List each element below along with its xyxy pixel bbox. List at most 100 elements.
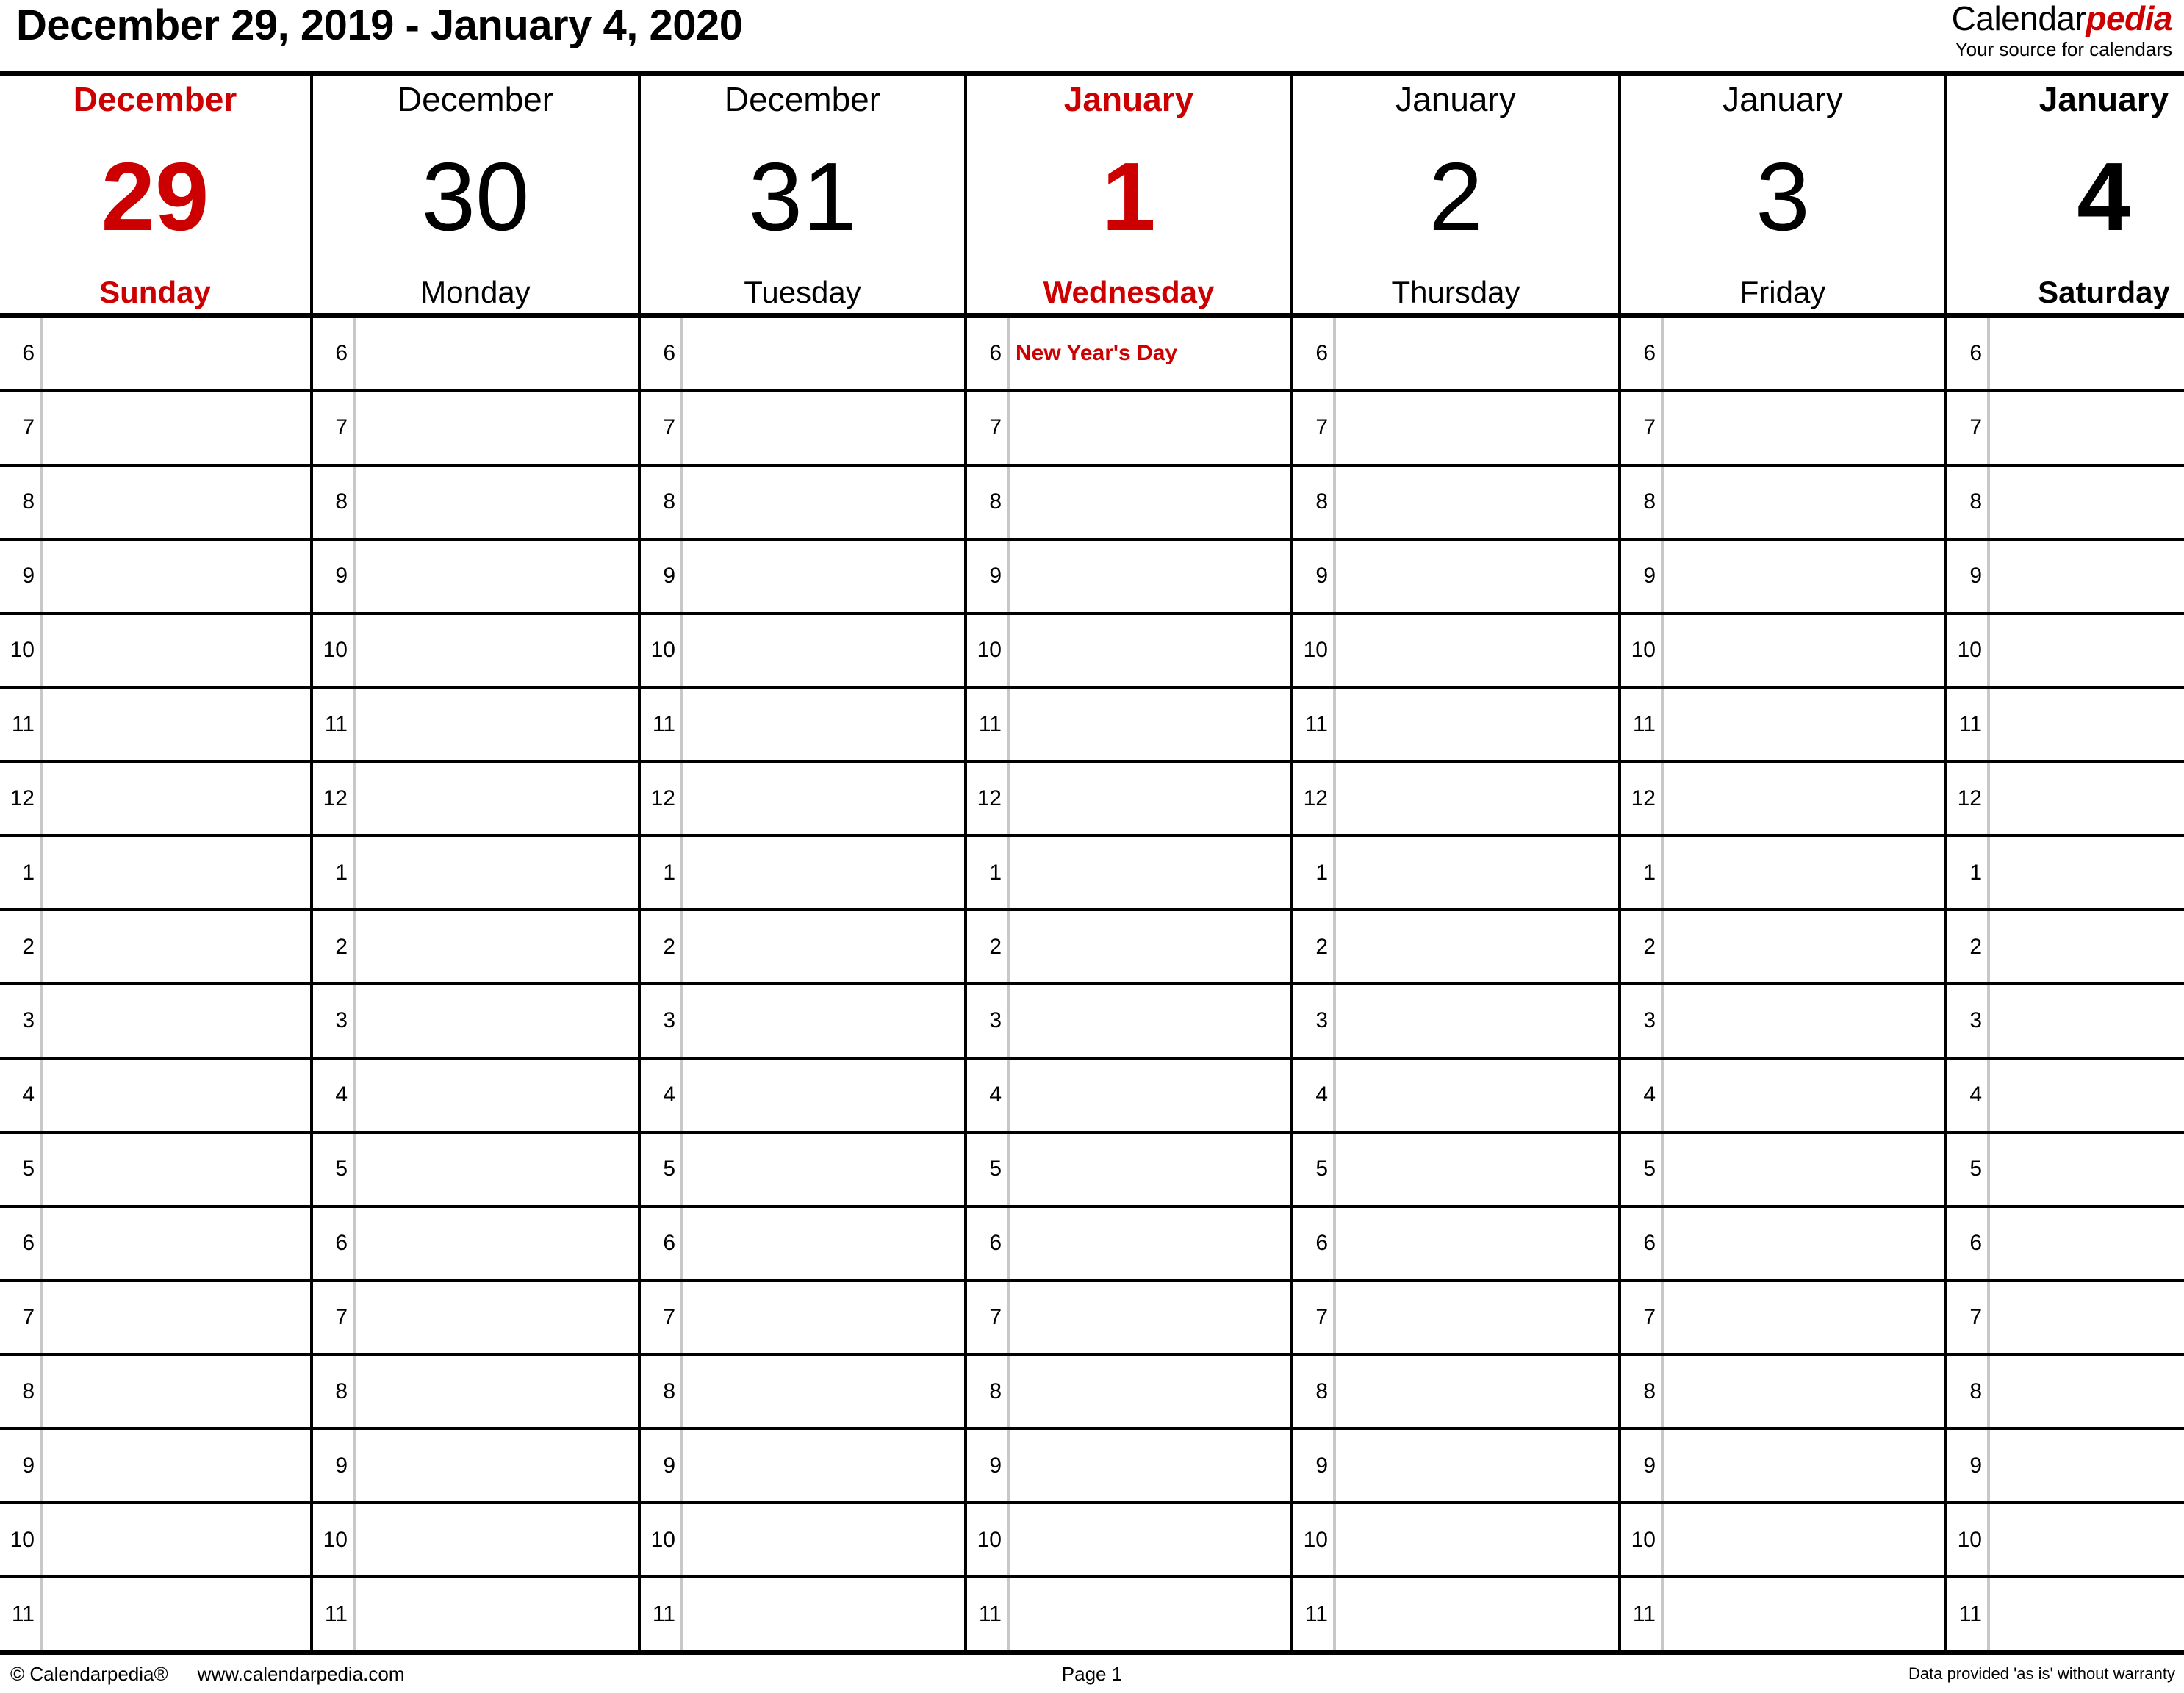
hour-entry-text[interactable]: [683, 392, 964, 464]
hour-entry-text[interactable]: [43, 318, 310, 389]
hour-entry-text[interactable]: [1990, 1356, 2184, 1427]
hour-entry-text[interactable]: [683, 1282, 964, 1354]
hour-entry-text[interactable]: [1990, 1578, 2184, 1650]
hour-entry-text[interactable]: [1990, 763, 2184, 834]
hour-cell[interactable]: 9: [0, 540, 313, 612]
hour-cell[interactable]: 2: [1947, 911, 2184, 983]
hour-cell[interactable]: 8: [641, 1356, 967, 1428]
hour-entry-text[interactable]: [356, 837, 638, 908]
hour-entry-text[interactable]: [1990, 689, 2184, 760]
hour-entry-text[interactable]: [43, 689, 310, 760]
hour-cell[interactable]: 6: [0, 1207, 313, 1279]
hour-entry-text[interactable]: [1010, 1134, 1290, 1205]
hour-entry-text[interactable]: [356, 1208, 638, 1279]
hour-entry-text[interactable]: [1990, 911, 2184, 982]
hour-cell[interactable]: 6: [1293, 1207, 1621, 1279]
hour-cell[interactable]: 5: [0, 1133, 313, 1205]
hour-entry-text[interactable]: [1664, 1060, 1944, 1131]
hour-entry-text[interactable]: [356, 1578, 638, 1650]
hour-entry-text[interactable]: [1664, 392, 1944, 464]
hour-cell[interactable]: 2: [313, 911, 641, 983]
hour-cell[interactable]: 3: [1621, 985, 1947, 1057]
hour-cell[interactable]: 7: [1621, 1282, 1947, 1354]
hour-cell[interactable]: 9: [1947, 540, 2184, 612]
hour-entry-text[interactable]: New Year's Day: [1010, 318, 1290, 389]
hour-entry-text[interactable]: [43, 615, 310, 686]
hour-cell[interactable]: 9: [313, 1430, 641, 1502]
hour-cell[interactable]: 12: [1293, 763, 1621, 835]
hour-entry-text[interactable]: [1336, 467, 1618, 538]
hour-entry-text[interactable]: [1990, 318, 2184, 389]
hour-entry-text[interactable]: [1010, 467, 1290, 538]
hour-entry-text[interactable]: [1336, 318, 1618, 389]
hour-entry-text[interactable]: [1664, 763, 1944, 834]
hour-entry-text[interactable]: [1336, 1430, 1618, 1501]
hour-entry-text[interactable]: [43, 911, 310, 982]
day-header-friday[interactable]: January 3 Friday: [1621, 76, 1947, 313]
hour-entry-text[interactable]: [356, 1504, 638, 1575]
hour-entry-text[interactable]: [683, 1504, 964, 1575]
hour-cell[interactable]: 10: [967, 1504, 1293, 1576]
hour-cell[interactable]: 10: [1947, 614, 2184, 686]
hour-cell[interactable]: 5: [1947, 1133, 2184, 1205]
hour-entry-text[interactable]: [683, 985, 964, 1057]
hour-entry-text[interactable]: [43, 541, 310, 612]
hour-cell[interactable]: 6: [1293, 318, 1621, 389]
hour-entry-text[interactable]: [1664, 1356, 1944, 1427]
hour-entry-text[interactable]: [1336, 911, 1618, 982]
hour-cell[interactable]: 9: [1293, 1430, 1621, 1502]
hour-entry-text[interactable]: [1990, 837, 2184, 908]
hour-cell[interactable]: 11: [967, 689, 1293, 761]
hour-cell[interactable]: 11: [313, 1578, 641, 1650]
hour-cell[interactable]: 11: [1293, 689, 1621, 761]
hour-entry-text[interactable]: [1664, 689, 1944, 760]
hour-entry-text[interactable]: [1010, 1430, 1290, 1501]
hour-cell[interactable]: 9: [1621, 540, 1947, 612]
hour-cell[interactable]: 7: [1621, 392, 1947, 464]
hour-entry-text[interactable]: [1664, 985, 1944, 1057]
hour-entry-text[interactable]: [43, 837, 310, 908]
hour-cell[interactable]: 11: [641, 689, 967, 761]
hour-entry-text[interactable]: [683, 689, 964, 760]
hour-cell[interactable]: 8: [1621, 466, 1947, 538]
hour-cell[interactable]: 10: [0, 1504, 313, 1576]
hour-cell[interactable]: 11: [1621, 689, 1947, 761]
hour-entry-text[interactable]: [1990, 1282, 2184, 1354]
hour-cell[interactable]: 4: [641, 1059, 967, 1131]
hour-entry-text[interactable]: [43, 1356, 310, 1427]
hour-cell[interactable]: 3: [313, 985, 641, 1057]
day-header-monday[interactable]: December 30 Monday: [313, 76, 641, 313]
hour-cell[interactable]: 1: [1947, 837, 2184, 909]
hour-cell[interactable]: 10: [1947, 1504, 2184, 1576]
hour-cell[interactable]: 6: [641, 1207, 967, 1279]
hour-entry-text[interactable]: [683, 837, 964, 908]
hour-entry-text[interactable]: [683, 318, 964, 389]
day-header-sunday[interactable]: December 29 Sunday: [0, 76, 313, 313]
hour-cell[interactable]: 7: [641, 392, 967, 464]
hour-entry-text[interactable]: [683, 1060, 964, 1131]
hour-entry-text[interactable]: [1990, 1504, 2184, 1575]
hour-entry-text[interactable]: [43, 467, 310, 538]
hour-cell[interactable]: 5: [1621, 1133, 1947, 1205]
hour-entry-text[interactable]: [1010, 392, 1290, 464]
hour-entry-text[interactable]: [1010, 763, 1290, 834]
hour-cell[interactable]: 3: [641, 985, 967, 1057]
hour-entry-text[interactable]: [1336, 1504, 1618, 1575]
hour-entry-text[interactable]: [1990, 1208, 2184, 1279]
hour-entry-text[interactable]: [1664, 1282, 1944, 1354]
day-header-tuesday[interactable]: December 31 Tuesday: [641, 76, 967, 313]
hour-entry-text[interactable]: [683, 541, 964, 612]
hour-cell[interactable]: 6: [967, 1207, 1293, 1279]
hour-cell[interactable]: 11: [313, 689, 641, 761]
hour-entry-text[interactable]: [683, 1430, 964, 1501]
hour-entry-text[interactable]: [683, 1356, 964, 1427]
hour-cell[interactable]: 6 New Year's Day: [967, 318, 1293, 389]
hour-entry-text[interactable]: [1010, 985, 1290, 1057]
hour-cell[interactable]: 6: [1621, 318, 1947, 389]
hour-entry-text[interactable]: [356, 763, 638, 834]
hour-cell[interactable]: 1: [967, 837, 1293, 909]
hour-entry-text[interactable]: [1336, 1578, 1618, 1650]
hour-entry-text[interactable]: [1664, 318, 1944, 389]
hour-cell[interactable]: 11: [1947, 1578, 2184, 1650]
hour-entry-text[interactable]: [1990, 392, 2184, 464]
